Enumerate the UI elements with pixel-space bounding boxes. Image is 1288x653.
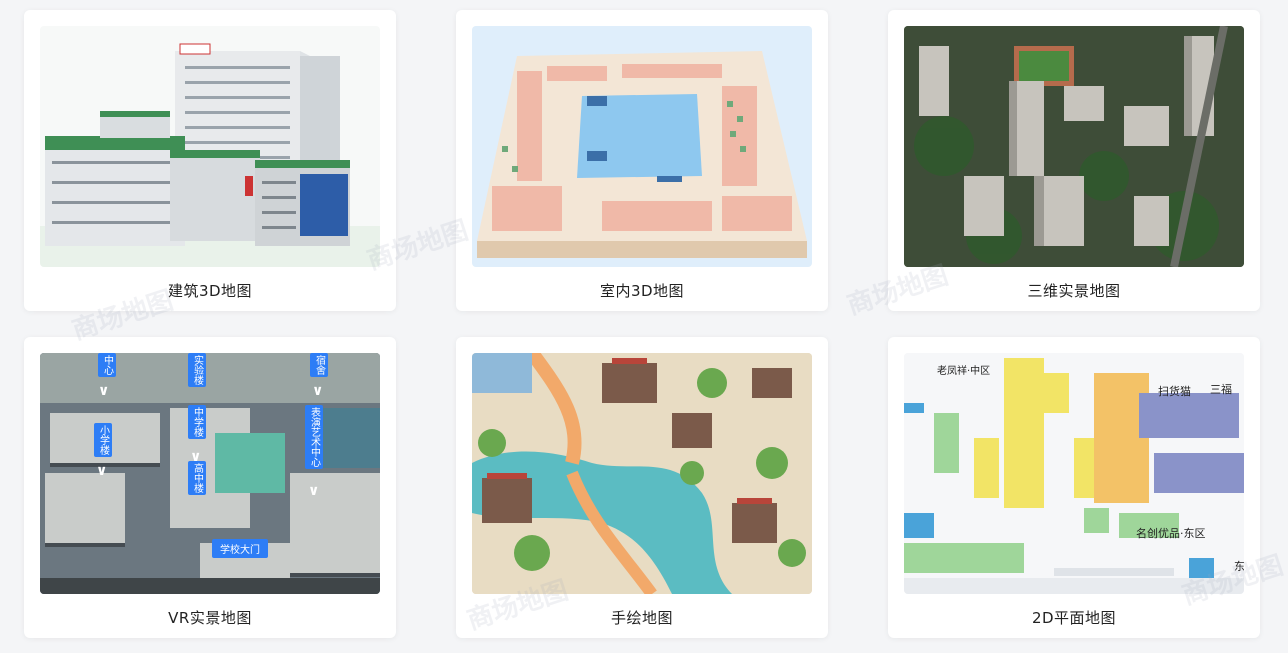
poi-label[interactable]: 名创优品·东区 [1136, 525, 1206, 541]
card-title: 室内3D地图 [599, 282, 685, 300]
2d-plane-thumbnail: 老凤祥·中区 扫货猫 三福 名创优品·东区 东 [904, 353, 1244, 594]
hand-drawn-illustration [472, 353, 812, 594]
2d-plane-illustration [904, 353, 1244, 594]
vr-label-dorm[interactable]: 宿舍 [310, 353, 328, 377]
vr-label-middle[interactable]: 中学楼 [188, 405, 206, 439]
vr-label-arts[interactable]: 表演艺术中心 [305, 405, 323, 469]
building-3d-thumbnail [40, 26, 380, 267]
vr-realscene-thumbnail: 中心 ∨ 实验楼 宿舍 ∨ 中学楼 ∨ 小学楼 ∨ 高中楼 表演艺术中心 ∨ 学… [40, 353, 380, 594]
card-vr-realscene-map[interactable]: 中心 ∨ 实验楼 宿舍 ∨ 中学楼 ∨ 小学楼 ∨ 高中楼 表演艺术中心 ∨ 学… [24, 337, 396, 638]
indoor-3d-illustration [477, 51, 807, 258]
map-type-grid: 建筑3D地图 室内3D地图 三维实景地图 中心 ∨ 实验楼 宿舍 ∨ 中学楼 ∨… [0, 0, 1288, 653]
3d-realscene-thumbnail [904, 26, 1244, 267]
chevron-down-icon: ∨ [308, 483, 320, 499]
card-title: 建筑3D地图 [167, 282, 253, 300]
building-3d-illustration [40, 43, 380, 267]
indoor-3d-thumbnail [472, 26, 812, 267]
vr-label-primary[interactable]: 小学楼 [94, 423, 112, 457]
poi-label[interactable]: 东 [1234, 558, 1244, 574]
vr-label-highschool[interactable]: 高中楼 [188, 461, 206, 495]
card-title: VR实景地图 [168, 609, 252, 627]
card-title: 三维实景地图 [1027, 282, 1121, 300]
chevron-down-icon: ∨ [98, 383, 110, 399]
card-indoor-3d-map[interactable]: 室内3D地图 [456, 10, 828, 311]
poi-label[interactable]: 三福 [1210, 381, 1232, 397]
chevron-down-icon: ∨ [96, 463, 108, 479]
vr-label-lab[interactable]: 实验楼 [188, 353, 206, 387]
card-2d-plane-map[interactable]: 老凤祥·中区 扫货猫 三福 名创优品·东区 东 2D平面地图 [888, 337, 1260, 638]
vr-label-center[interactable]: 中心 [98, 353, 116, 377]
card-building-3d-map[interactable]: 建筑3D地图 [24, 10, 396, 311]
card-title: 2D平面地图 [1031, 609, 1117, 627]
card-3d-realscene-map[interactable]: 三维实景地图 [888, 10, 1260, 311]
card-title: 手绘地图 [610, 609, 673, 627]
chevron-down-icon: ∨ [312, 383, 324, 399]
poi-label[interactable]: 老凤祥·中区 [937, 362, 990, 377]
poi-label[interactable]: 扫货猫 [1158, 383, 1191, 399]
card-hand-drawn-map[interactable]: 手绘地图 [456, 337, 828, 638]
hand-drawn-thumbnail [472, 353, 812, 594]
vr-realscene-illustration [40, 353, 380, 594]
3d-realscene-illustration [904, 26, 1244, 267]
vr-label-gate[interactable]: 学校大门 [212, 539, 268, 558]
